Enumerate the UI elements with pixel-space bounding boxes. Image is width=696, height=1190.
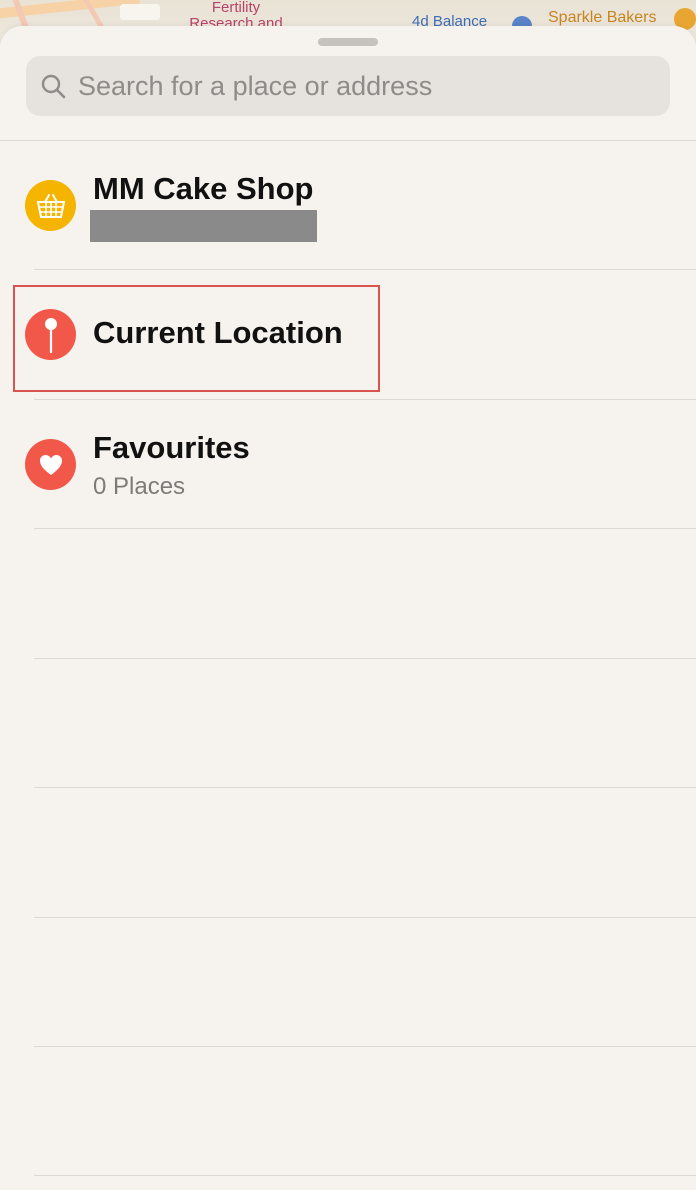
divider — [34, 528, 696, 529]
redacted-address — [90, 210, 317, 242]
divider — [34, 658, 696, 659]
item-subtitle: 0 Places — [93, 473, 186, 500]
basket-icon — [25, 180, 76, 231]
search-icon — [40, 73, 66, 99]
item-title: Favourites — [93, 430, 250, 465]
list-item-favourites[interactable]: Favourites 0 Places — [0, 400, 696, 528]
divider — [34, 1175, 696, 1176]
search-bar[interactable] — [26, 56, 670, 116]
highlight-box — [13, 285, 380, 392]
divider — [34, 917, 696, 918]
map-label-bakers: Sparkle Bakers — [548, 9, 657, 26]
search-input[interactable] — [78, 70, 670, 102]
list-item-mm-cake-shop[interactable]: MM Cake Shop — [0, 141, 696, 269]
item-title: MM Cake Shop — [93, 171, 314, 206]
sheet-grabber[interactable] — [318, 38, 378, 46]
heart-icon — [25, 439, 76, 490]
map-block — [120, 4, 160, 20]
divider — [34, 1046, 696, 1047]
divider — [34, 787, 696, 788]
